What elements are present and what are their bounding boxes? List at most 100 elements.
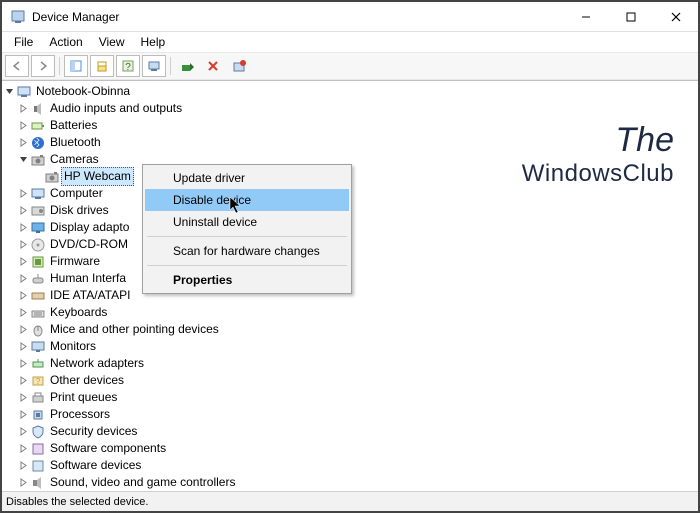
- menu-file[interactable]: File: [6, 34, 41, 50]
- network-icon: [30, 356, 46, 372]
- tree-node-label: Network adapters: [50, 355, 144, 372]
- menubar: File Action View Help: [2, 32, 698, 52]
- minimize-button[interactable]: [563, 2, 608, 32]
- toolbar: ?: [2, 52, 698, 80]
- tree-node-label: Software devices: [50, 457, 141, 474]
- sound-icon: [30, 475, 46, 491]
- properties-toolbar-button[interactable]: [90, 55, 114, 77]
- expand-icon[interactable]: [16, 289, 30, 303]
- tree-node[interactable]: Mice and other pointing devices: [2, 321, 698, 338]
- svg-text:?: ?: [36, 377, 41, 386]
- tree-node[interactable]: Monitors: [2, 338, 698, 355]
- expand-icon[interactable]: [16, 136, 30, 150]
- security-icon: [30, 424, 46, 440]
- tree-node[interactable]: Security devices: [2, 423, 698, 440]
- ide-icon: [30, 288, 46, 304]
- tree-node[interactable]: Audio inputs and outputs: [2, 100, 698, 117]
- tree-node-label: Audio inputs and outputs: [50, 100, 182, 117]
- tree-node[interactable]: Bluetooth: [2, 134, 698, 151]
- toolbar-separator: [59, 57, 60, 75]
- tree-node[interactable]: Sound, video and game controllers: [2, 474, 698, 491]
- tree-node[interactable]: Keyboards: [2, 304, 698, 321]
- expand-icon[interactable]: [16, 255, 30, 269]
- keyboard-icon: [30, 305, 46, 321]
- expand-icon[interactable]: [16, 357, 30, 371]
- scan-hardware-button[interactable]: [142, 55, 166, 77]
- expand-icon[interactable]: [16, 153, 30, 167]
- tree-node-label: Security devices: [50, 423, 137, 440]
- tree-node[interactable]: Processors: [2, 406, 698, 423]
- app-icon: [10, 9, 26, 25]
- tree-node[interactable]: Batteries: [2, 117, 698, 134]
- swd-icon: [30, 458, 46, 474]
- expand-icon[interactable]: [16, 119, 30, 133]
- dvd-icon: [30, 237, 46, 253]
- expand-icon[interactable]: [16, 221, 30, 235]
- update-driver-button[interactable]: [175, 55, 199, 77]
- menu-action[interactable]: Action: [41, 34, 90, 50]
- expand-icon[interactable]: [16, 442, 30, 456]
- statusbar: Disables the selected device.: [2, 491, 698, 511]
- bluetooth-icon: [30, 135, 46, 151]
- uninstall-device-button[interactable]: [227, 55, 251, 77]
- tree-node-label: Sound, video and game controllers: [50, 474, 235, 491]
- forward-button[interactable]: [31, 55, 55, 77]
- expand-icon[interactable]: [16, 374, 30, 388]
- computer-icon: [16, 84, 32, 100]
- context-menu-item[interactable]: Properties: [145, 269, 349, 291]
- back-button[interactable]: [5, 55, 29, 77]
- tree-node-label: Firmware: [50, 253, 100, 270]
- expand-icon[interactable]: [16, 323, 30, 337]
- speaker-icon: [30, 101, 46, 117]
- tree-node[interactable]: Network adapters: [2, 355, 698, 372]
- expand-icon[interactable]: [16, 476, 30, 490]
- camera-icon: [44, 169, 60, 185]
- status-text: Disables the selected device.: [6, 496, 148, 508]
- tree-node-label: Other devices: [50, 372, 124, 389]
- expand-icon[interactable]: [16, 272, 30, 286]
- window-controls: [563, 2, 698, 32]
- expand-icon[interactable]: [16, 391, 30, 405]
- context-menu-item[interactable]: Disable device: [145, 189, 349, 211]
- close-button[interactable]: [653, 2, 698, 32]
- context-menu-item[interactable]: Scan for hardware changes: [145, 240, 349, 262]
- tree-node[interactable]: Software components: [2, 440, 698, 457]
- show-hidden-button[interactable]: [64, 55, 88, 77]
- expand-icon[interactable]: [16, 408, 30, 422]
- help-toolbar-button[interactable]: ?: [116, 55, 140, 77]
- menu-help[interactable]: Help: [133, 34, 174, 50]
- context-menu[interactable]: Update driverDisable deviceUninstall dev…: [142, 164, 352, 294]
- expand-icon[interactable]: [16, 102, 30, 116]
- mouse-icon: [30, 322, 46, 338]
- tree-node[interactable]: Software devices: [2, 457, 698, 474]
- expand-icon[interactable]: [16, 306, 30, 320]
- menu-view[interactable]: View: [91, 34, 133, 50]
- context-menu-item[interactable]: Uninstall device: [145, 211, 349, 233]
- tree-node-label: Mice and other pointing devices: [50, 321, 219, 338]
- disable-device-button[interactable]: [201, 55, 225, 77]
- expand-icon[interactable]: [16, 187, 30, 201]
- content-area: Notebook-ObinnaAudio inputs and outputsB…: [2, 80, 698, 491]
- hid-icon: [30, 271, 46, 287]
- tree-root[interactable]: Notebook-Obinna: [2, 83, 698, 100]
- expand-icon[interactable]: [16, 425, 30, 439]
- tree-node-label: IDE ATA/ATAPI: [50, 287, 130, 304]
- tree-node-label: Print queues: [50, 389, 117, 406]
- tree-node-label: Bluetooth: [50, 134, 101, 151]
- battery-icon: [30, 118, 46, 134]
- window-title: Device Manager: [32, 10, 563, 24]
- titlebar[interactable]: Device Manager: [2, 2, 698, 32]
- expand-icon[interactable]: [16, 340, 30, 354]
- expand-icon[interactable]: [16, 204, 30, 218]
- device-manager-window: Device Manager File Action View Help ? N…: [0, 0, 700, 513]
- tree-node-label: Batteries: [50, 117, 97, 134]
- context-menu-separator: [147, 265, 347, 266]
- context-menu-item[interactable]: Update driver: [145, 167, 349, 189]
- tree-node-label: Cameras: [50, 151, 99, 168]
- expand-icon[interactable]: [2, 85, 16, 99]
- expand-icon[interactable]: [16, 238, 30, 252]
- maximize-button[interactable]: [608, 2, 653, 32]
- tree-node[interactable]: Print queues: [2, 389, 698, 406]
- tree-node[interactable]: ? Other devices: [2, 372, 698, 389]
- expand-icon[interactable]: [16, 459, 30, 473]
